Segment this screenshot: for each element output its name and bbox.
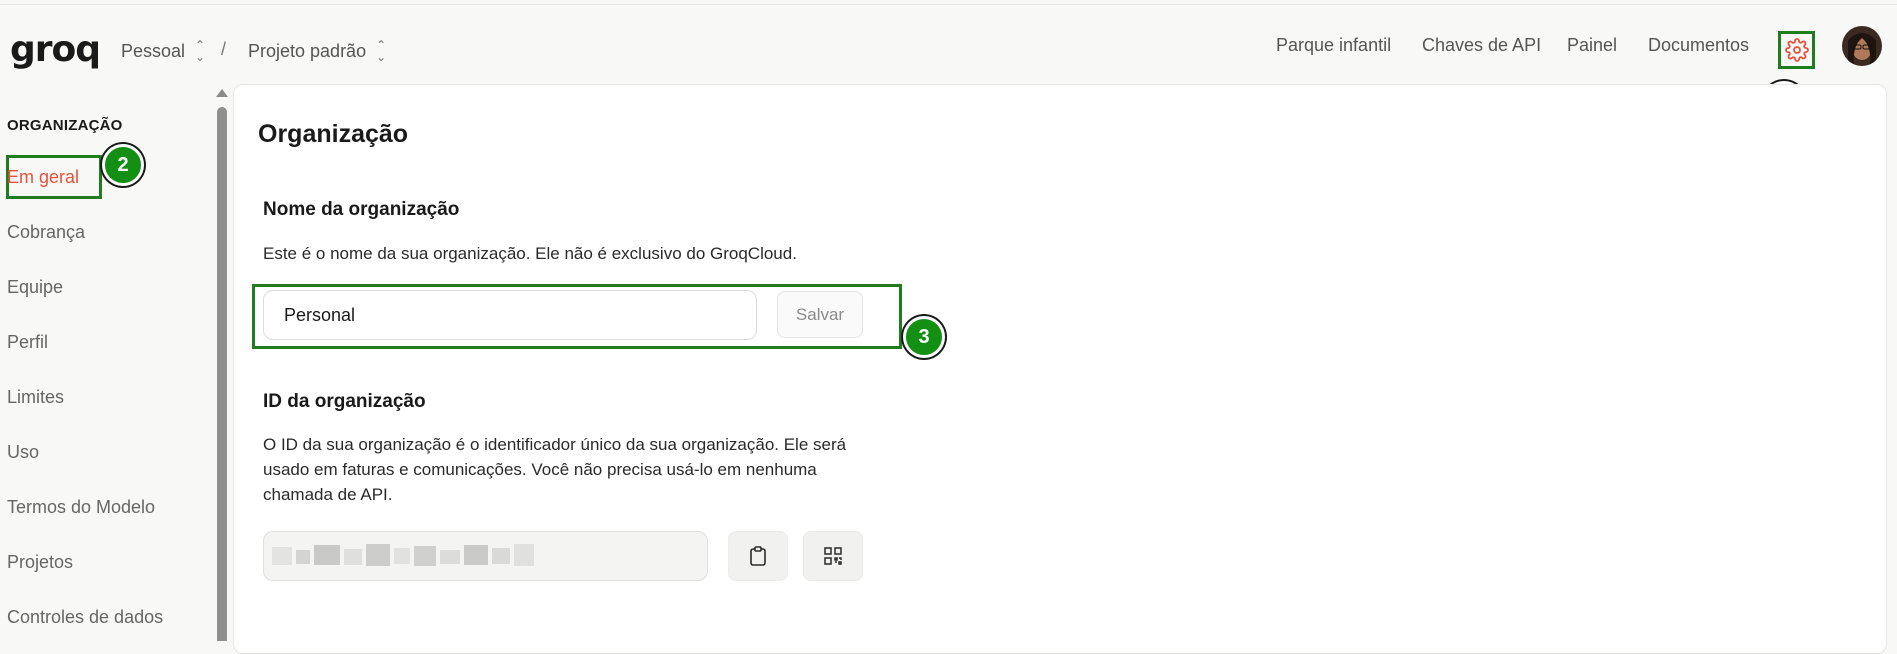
sidebar-scrollbar-thumb[interactable]	[217, 107, 227, 641]
sidebar-item-limits[interactable]: Limites	[7, 387, 64, 408]
annotation-badge-2: 2	[102, 144, 144, 186]
org-id-description-line-2: usado em faturas e comunicações. Você nã…	[263, 460, 817, 479]
user-avatar[interactable]	[1842, 26, 1882, 66]
sidebar-item-projects[interactable]: Projetos	[7, 552, 73, 573]
org-id-description-line-3: chamada de API.	[263, 485, 393, 504]
groq-logo[interactable]: groq	[10, 32, 101, 68]
top-header: groq Pessoal ⌃ ⌄ / Projeto padrão ⌃ ⌄ Parq…	[0, 6, 1897, 86]
breadcrumb-workspace-label: Pessoal	[121, 40, 186, 61]
qr-code-button[interactable]	[803, 531, 863, 581]
nav-docs-link[interactable]: Documentos	[1648, 35, 1749, 56]
annotation-badge-3: 3	[903, 316, 945, 358]
gear-icon	[1784, 38, 1809, 62]
org-name-input[interactable]	[263, 290, 757, 340]
nav-dashboard-link[interactable]: Painel	[1567, 35, 1617, 56]
org-name-description: Este é o nome da sua organização. Ele nã…	[263, 244, 797, 263]
breadcrumb-workspace[interactable]: Pessoal ⌃ ⌄	[121, 39, 205, 63]
sidebar-item-general[interactable]: Em geral	[7, 167, 79, 188]
copy-id-button[interactable]	[728, 531, 788, 581]
org-name-title: Nome da organização	[263, 199, 460, 220]
sidebar-item-data-controls[interactable]: Controles de dados	[7, 607, 163, 628]
sidebar-item-billing[interactable]: Cobrança	[7, 222, 85, 243]
chevron-updown-icon: ⌃ ⌄	[376, 38, 387, 64]
org-id-field-redacted	[263, 531, 708, 581]
settings-button[interactable]	[1778, 31, 1815, 69]
sidebar-item-team[interactable]: Equipe	[7, 277, 63, 298]
sidebar-heading: ORGANIZAÇÃO	[7, 117, 123, 134]
save-button[interactable]: Salvar	[777, 291, 863, 338]
org-id-title: ID da organização	[263, 391, 426, 412]
sidebar-item-usage[interactable]: Uso	[7, 442, 39, 463]
chevron-updown-icon: ⌃ ⌄	[195, 38, 206, 64]
sidebar-item-model-terms[interactable]: Termos do Modelo	[7, 497, 155, 518]
org-id-description-line-1: O ID da sua organização é o identificado…	[263, 435, 847, 454]
breadcrumb-project[interactable]: Projeto padrão ⌃ ⌄	[248, 39, 386, 63]
clipboard-icon	[750, 546, 766, 566]
page-title: Organização	[258, 120, 409, 148]
breadcrumb-separator: /	[221, 39, 227, 59]
qr-code-icon	[824, 547, 842, 565]
nav-playground-link[interactable]: Parque infantil	[1276, 35, 1391, 56]
breadcrumb-project-label: Projeto padrão	[248, 40, 367, 61]
avatar-image	[1842, 26, 1882, 66]
sidebar-item-profile[interactable]: Perfil	[7, 332, 48, 353]
nav-api-keys-link[interactable]: Chaves de API	[1422, 35, 1541, 56]
scrollbar-up-arrow[interactable]	[216, 89, 228, 97]
window-top-border	[0, 0, 1897, 5]
